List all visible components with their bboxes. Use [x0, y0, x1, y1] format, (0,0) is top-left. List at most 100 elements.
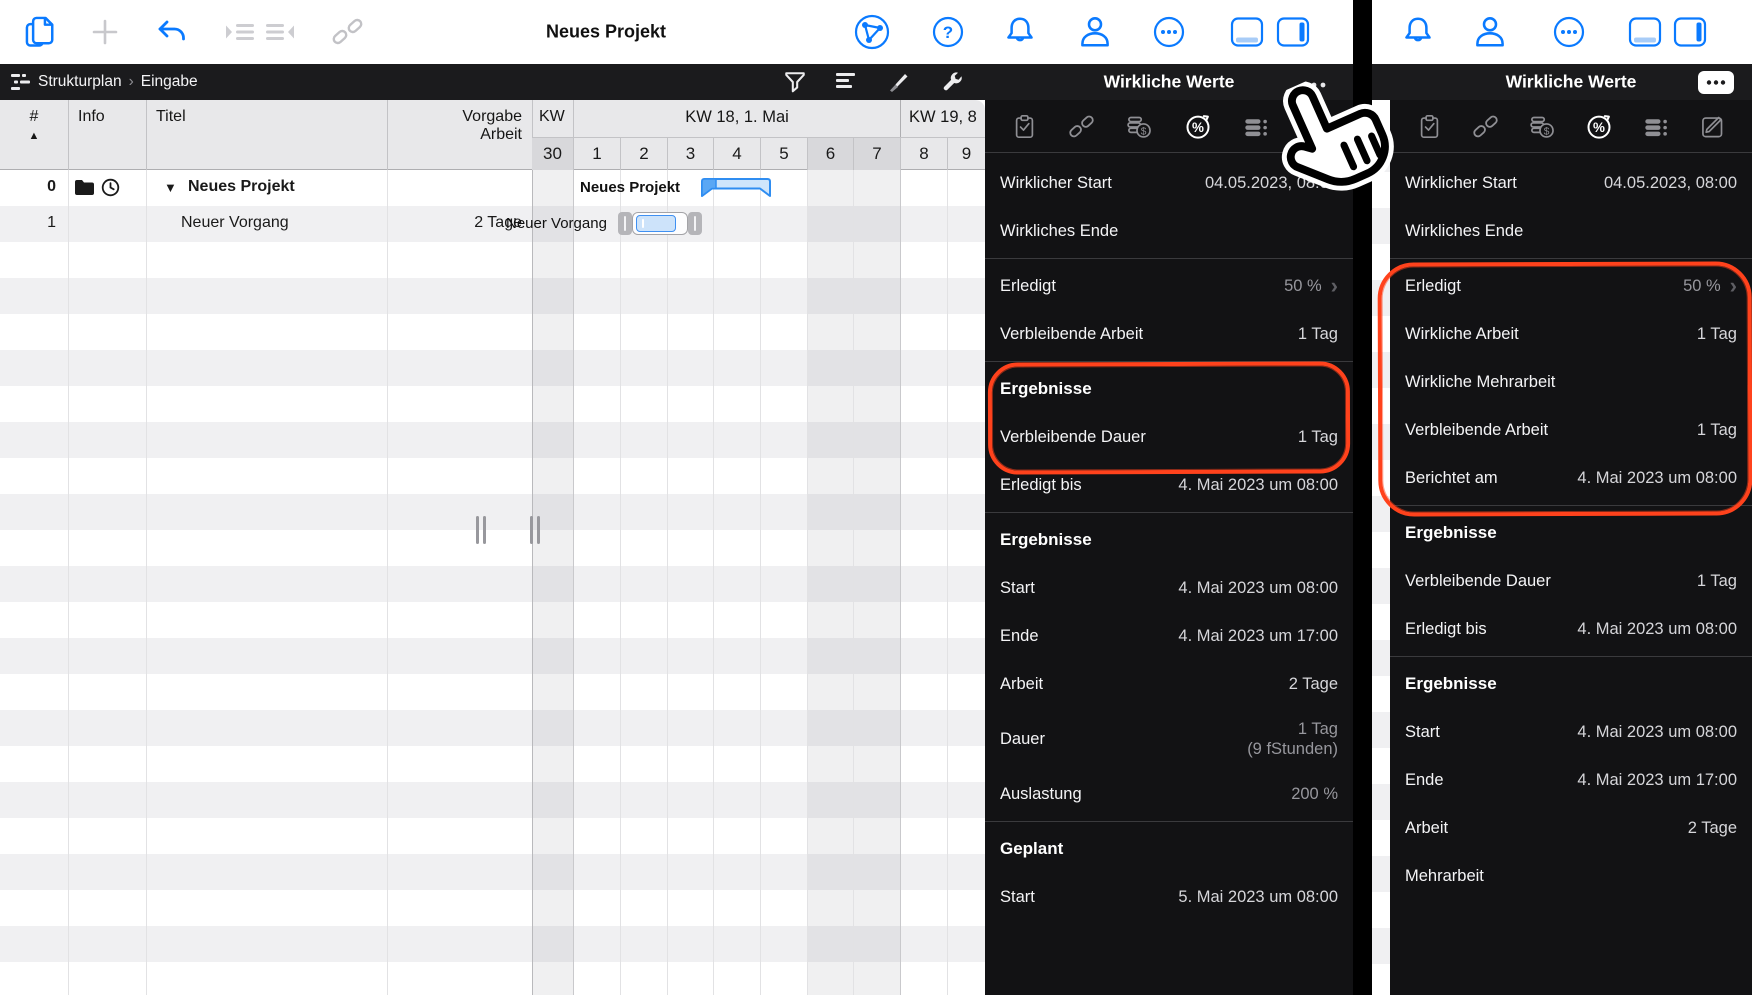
svg-text:%: % — [1192, 120, 1204, 135]
field-row[interactable]: Ende4. Mai 2023 um 17:00 — [985, 612, 1353, 660]
inspector-more-icon[interactable] — [1300, 77, 1330, 95]
day-cell: 3 — [667, 137, 713, 170]
annotation-oval — [1378, 261, 1752, 516]
field-row[interactable]: Start4. Mai 2023 um 08:00 — [1390, 708, 1752, 756]
field-label: Dauer — [1000, 730, 1045, 749]
outdent-icon[interactable] — [223, 19, 257, 45]
clock-icon[interactable] — [101, 178, 120, 202]
inspector-fields: Wirklicher Start04.05.2023, 08:00 Wirkli… — [985, 159, 1353, 921]
network-icon[interactable] — [852, 12, 892, 52]
breadcrumb-section[interactable]: Strukturplan — [38, 73, 122, 90]
tab-link-icon[interactable] — [1068, 113, 1095, 140]
field-label: Erledigt — [1000, 277, 1056, 296]
field-row[interactable]: Erledigt bis4. Mai 2023 um 08:00 — [1390, 605, 1752, 653]
task-bar-left-handle[interactable] — [618, 212, 632, 235]
field-row[interactable]: Arbeit2 Tage — [1390, 804, 1752, 852]
more-icon[interactable] — [1551, 14, 1587, 50]
filter-icon[interactable] — [783, 70, 807, 99]
style-brush-icon[interactable] — [886, 70, 910, 99]
indent-icon[interactable] — [263, 19, 297, 45]
row-number: 1 — [0, 214, 56, 232]
field-row[interactable]: Mehrarbeit — [1390, 852, 1752, 900]
field-value: 4. Mai 2023 um 08:00 — [1577, 723, 1737, 742]
row-title[interactable]: Neuer Vorgang — [181, 214, 289, 232]
field-row[interactable]: Wirklicher Start04.05.2023, 08:00 — [1390, 159, 1752, 207]
non-working-band — [532, 170, 573, 995]
breadcrumb-bar: Strukturplan›Eingabe — [0, 64, 1353, 100]
gantt-table-body: 0 ▼ Neues Projekt Neues Projekt — [0, 170, 985, 995]
screen: Neues Projekt ? — [0, 0, 1752, 995]
field-row[interactable]: Start5. Mai 2023 um 08:00 — [985, 873, 1353, 921]
field-row[interactable]: Verbleibende Dauer1 Tag — [1390, 557, 1752, 605]
more-icon[interactable] — [1151, 14, 1187, 50]
outline-list-icon[interactable] — [834, 71, 858, 98]
tab-clipboard-check-icon[interactable] — [1011, 113, 1038, 140]
tab-coins-dollar-icon[interactable]: $ — [1528, 113, 1556, 140]
field-row[interactable]: Auslastung200 % — [985, 770, 1353, 818]
task-bar-right-handle[interactable] — [688, 212, 702, 235]
timeline-week2-header: KW 19, 8 — [900, 100, 985, 137]
breadcrumb-page[interactable]: Eingabe — [141, 73, 198, 90]
task-bar[interactable] — [618, 212, 702, 235]
task-bar-body[interactable] — [632, 212, 688, 235]
field-row[interactable]: Arbeit2 Tage — [985, 660, 1353, 708]
tab-clipboard-check-icon[interactable] — [1416, 113, 1443, 140]
column-resize-grip[interactable] — [476, 516, 486, 544]
inspector-more-button[interactable] — [1698, 71, 1734, 99]
field-label: Start — [1000, 888, 1035, 907]
notifications-icon[interactable] — [1002, 14, 1038, 50]
column-header-titel[interactable]: Titel — [146, 100, 387, 170]
day-cell: 9 — [947, 137, 985, 170]
tab-compose-icon[interactable] — [1699, 113, 1726, 140]
disclosure-triangle-icon[interactable]: ▼ — [164, 180, 177, 195]
layout-right-icon[interactable] — [1672, 16, 1708, 48]
row-title[interactable]: Neues Projekt — [188, 178, 295, 196]
layout-bottom-icon[interactable] — [1229, 16, 1265, 48]
column-header-vorgabe-arbeit[interactable]: VorgabeArbeit — [387, 100, 532, 170]
top-toolbar — [1372, 0, 1752, 65]
field-row[interactable]: Wirklicher Start04.05.2023, 08:00 — [985, 159, 1353, 207]
project-summary-bar[interactable] — [700, 177, 772, 204]
field-row[interactable]: Wirkliches Ende — [985, 207, 1353, 255]
field-row[interactable]: Verbleibende Arbeit1 Tag — [985, 310, 1353, 358]
field-label: Start — [1000, 579, 1035, 598]
add-icon[interactable] — [89, 16, 121, 48]
day-cell: 1 — [573, 137, 620, 170]
layout-right-icon[interactable] — [1275, 16, 1311, 48]
user-icon[interactable] — [1076, 14, 1114, 50]
svg-text:%: % — [1593, 120, 1605, 135]
tab-percent-circle-icon[interactable]: % — [1585, 112, 1613, 140]
tab-percent-circle-icon[interactable]: % — [1184, 112, 1212, 140]
table-row[interactable]: 0 ▼ Neues Projekt Neues Projekt — [0, 170, 985, 206]
field-row[interactable]: Dauer1 Tag(9 fStunden) — [985, 708, 1353, 770]
layout-bottom-icon[interactable] — [1627, 16, 1663, 48]
field-row[interactable]: Wirkliches Ende — [1390, 207, 1752, 255]
field-row[interactable]: Ende4. Mai 2023 um 17:00 — [1390, 756, 1752, 804]
svg-text:$: $ — [1544, 126, 1550, 137]
field-label: Wirkliches Ende — [1405, 222, 1523, 241]
field-row[interactable]: Start4. Mai 2023 um 08:00 — [985, 564, 1353, 612]
top-toolbar: Neues Projekt ? — [0, 0, 1353, 65]
tab-link-icon[interactable] — [1472, 113, 1499, 140]
column-resize-grip[interactable] — [530, 516, 540, 544]
field-row[interactable]: Erledigt50 %› — [985, 262, 1353, 310]
field-value: 04.05.2023, 08:00 — [1205, 174, 1338, 193]
column-header-number[interactable]: # ▲ — [0, 100, 68, 170]
table-row[interactable]: 1 Neuer Vorgang 2 Tage Neuer Vorgang — [0, 206, 985, 242]
help-icon[interactable]: ? — [930, 14, 966, 50]
link-icon[interactable] — [331, 15, 365, 49]
notifications-icon[interactable] — [1400, 14, 1436, 50]
user-icon[interactable] — [1471, 14, 1509, 50]
breadcrumb[interactable]: Strukturplan›Eingabe — [38, 73, 198, 91]
tab-compose-icon[interactable] — [1300, 113, 1327, 140]
undo-icon[interactable] — [155, 16, 189, 48]
tab-rows-list-icon[interactable] — [1642, 113, 1670, 140]
documents-icon[interactable] — [23, 14, 59, 50]
inspector-title: Wirkliche Werte — [1506, 72, 1637, 93]
tab-coins-dollar-icon[interactable]: $ — [1125, 113, 1153, 140]
folder-icon[interactable] — [74, 179, 95, 201]
settings-wrench-icon[interactable] — [941, 70, 965, 99]
tab-rows-list-icon[interactable] — [1242, 113, 1270, 140]
field-label: Ende — [1405, 771, 1444, 790]
column-header-info[interactable]: Info — [68, 100, 146, 170]
